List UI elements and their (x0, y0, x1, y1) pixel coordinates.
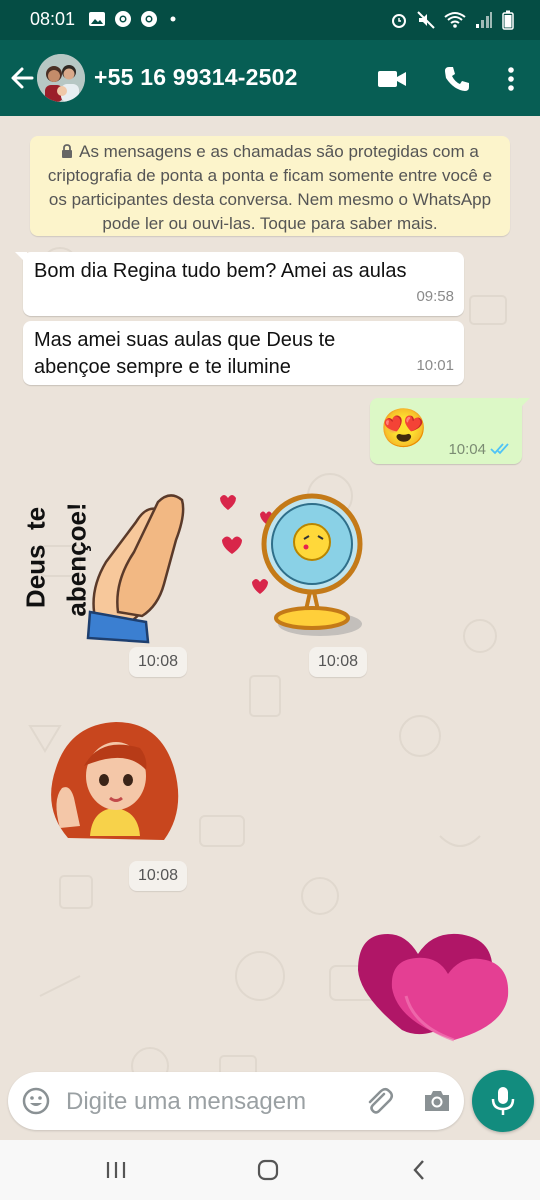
chrome-icon (141, 11, 157, 27)
message-bubble-outgoing[interactable]: 😍 10:04 (370, 398, 530, 464)
message-text: Bom dia Regina tudo bem? Amei as aulas (34, 260, 407, 282)
chat-header: +55 16 99314-2502 (0, 40, 540, 116)
fan-kiss-icon (220, 493, 363, 636)
encryption-notice-text: As mensagens e as chamadas são protegida… (47, 142, 493, 233)
dot-icon (170, 16, 176, 22)
nav-back-icon[interactable] (408, 1158, 432, 1182)
message-time: 10:01 (416, 357, 454, 374)
avatar[interactable] (37, 54, 85, 102)
contact-title[interactable]: +55 16 99314-2502 (94, 64, 298, 91)
sticker-caption-line2: abençoe! (61, 502, 92, 617)
back-arrow-icon[interactable] (8, 64, 36, 92)
recent-apps-icon[interactable] (104, 1158, 128, 1182)
chrome-icon (115, 11, 131, 27)
fan-kiss-sticker[interactable] (210, 484, 370, 646)
message-composer (8, 1072, 464, 1130)
waving-girl-icon (51, 722, 179, 840)
message-text: Mas amei suas aulas que Deus te abençoe … (34, 329, 336, 378)
home-icon[interactable] (256, 1158, 280, 1182)
message-time: 10:04 (448, 441, 486, 458)
image-icon (89, 12, 105, 26)
waving-girl-sticker[interactable] (40, 718, 185, 842)
status-time: 08:01 (30, 9, 76, 29)
mute-icon (417, 11, 435, 29)
voice-call-icon[interactable] (442, 64, 472, 94)
message-bubble-incoming[interactable]: Bom dia Regina tudo bem? Amei as aulas 0… (15, 252, 464, 316)
video-call-icon[interactable] (377, 64, 407, 94)
system-nav-bar (0, 1140, 540, 1200)
emoji-icon[interactable] (21, 1086, 51, 1116)
sticker-caption-line1: Deus te (20, 506, 51, 609)
message-input[interactable] (64, 1082, 358, 1122)
fluffy-hearts-icon (358, 933, 509, 1042)
camera-icon[interactable] (422, 1086, 452, 1116)
encryption-notice[interactable]: As mensagens e as chamadas são protegida… (30, 136, 510, 236)
sticker-time: 10:08 (129, 861, 188, 891)
wifi-icon (444, 12, 466, 28)
signal-icon (476, 12, 492, 28)
more-options-icon[interactable] (496, 64, 526, 94)
read-ticks-icon (490, 443, 509, 455)
lock-icon (62, 144, 73, 158)
battery-icon (502, 10, 514, 30)
sticker-time: 10:08 (129, 647, 188, 677)
chat-area[interactable]: As mensagens e as chamadas são protegida… (0, 116, 540, 1140)
message-bubble-incoming[interactable]: Mas amei suas aulas que Deus te abençoe … (23, 321, 464, 385)
emoji-message: 😍 (380, 408, 428, 450)
praying-hands-sticker[interactable]: Deus te abençoe! (18, 482, 196, 646)
microphone-icon (491, 1087, 515, 1115)
fluffy-hearts-sticker[interactable] (354, 926, 514, 1044)
message-time: 09:58 (416, 288, 454, 305)
alarm-icon (392, 14, 406, 28)
sticker-time: 10:08 (309, 647, 368, 677)
mic-button[interactable] (472, 1070, 534, 1132)
attach-icon[interactable] (364, 1086, 394, 1116)
status-bar: 08:01 (0, 0, 540, 40)
